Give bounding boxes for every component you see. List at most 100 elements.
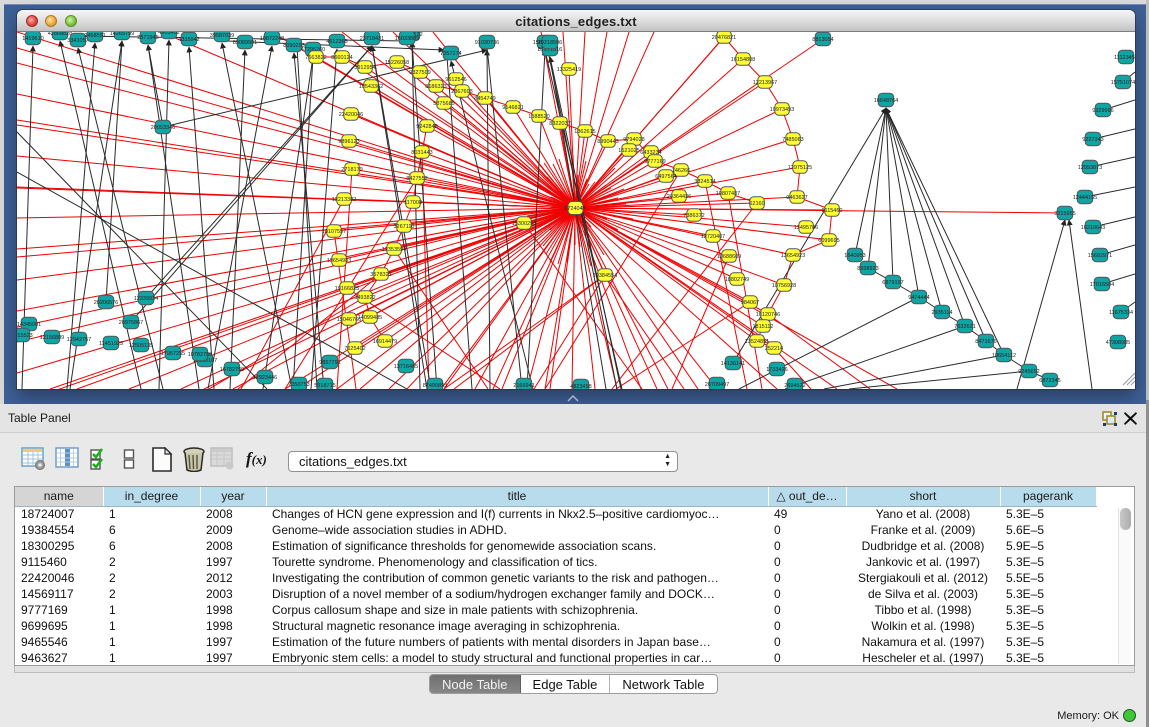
svg-text:10107557: 10107557 — [322, 229, 346, 235]
svg-text:9612546: 9612546 — [445, 77, 466, 83]
svg-text:11451923: 11451923 — [99, 341, 123, 347]
svg-text:7632621: 7632621 — [954, 324, 975, 330]
svg-text:39587039: 39587039 — [210, 33, 234, 39]
svg-text:62160: 62160 — [749, 201, 764, 207]
svg-text:19654983: 19654983 — [327, 258, 351, 264]
svg-text:14099485: 14099485 — [358, 315, 382, 321]
svg-text:9146821: 9146821 — [502, 105, 523, 111]
svg-text:20476821: 20476821 — [712, 35, 736, 41]
svg-text:7350753: 7350753 — [288, 382, 309, 388]
svg-text:14265799: 14265799 — [110, 32, 134, 37]
svg-text:10654112: 10654112 — [992, 353, 1016, 359]
svg-text:7485063: 7485063 — [782, 137, 803, 143]
svg-text:9327509: 9327509 — [409, 70, 430, 76]
svg-text:8427552: 8427552 — [406, 176, 427, 182]
svg-text:7663822: 7663822 — [305, 55, 326, 61]
svg-text:6872345: 6872345 — [1039, 378, 1060, 384]
svg-text:12923446: 12923446 — [253, 375, 277, 381]
svg-text:3578321: 3578321 — [370, 272, 391, 278]
svg-text:12353594: 12353594 — [382, 247, 406, 253]
svg-text:10688609: 10688609 — [717, 254, 741, 260]
svg-text:12156809: 12156809 — [40, 335, 64, 341]
svg-text:2367608: 2367608 — [451, 89, 472, 95]
svg-text:9777169: 9777169 — [644, 159, 665, 165]
svg-text:12213382: 12213382 — [332, 197, 356, 203]
svg-text:1724045: 1724045 — [564, 206, 585, 212]
svg-text:9463627: 9463627 — [786, 195, 807, 201]
svg-text:10973493: 10973493 — [770, 107, 794, 113]
svg-text:9794028: 9794028 — [623, 137, 644, 143]
svg-text:3915523: 3915523 — [17, 333, 33, 339]
svg-text:12975125: 12975125 — [788, 165, 812, 171]
svg-text:14345001: 14345001 — [17, 322, 41, 328]
svg-text:10782759: 10782759 — [188, 352, 212, 358]
svg-text:2694522: 2694522 — [784, 383, 805, 389]
svg-text:13495766: 13495766 — [794, 225, 818, 231]
svg-text:2166941: 2166941 — [513, 383, 534, 389]
svg-text:6497564: 6497564 — [655, 174, 676, 180]
svg-text:7357274: 7357274 — [440, 51, 461, 57]
svg-text:19384554: 19384554 — [593, 273, 617, 279]
svg-text:8031443: 8031443 — [411, 150, 432, 156]
svg-text:1362615: 1362615 — [574, 129, 595, 135]
svg-text:20364436: 20364436 — [667, 194, 691, 200]
svg-text:4335942: 4335942 — [178, 37, 199, 43]
svg-text:8471676: 8471676 — [975, 339, 996, 345]
svg-text:7386372: 7386372 — [683, 213, 704, 219]
svg-text:10543362: 10543362 — [359, 84, 383, 90]
svg-text:13716485: 13716485 — [394, 364, 418, 370]
svg-text:19218506: 19218506 — [538, 40, 562, 46]
svg-text:12720407: 12720407 — [701, 234, 725, 240]
svg-text:89089901: 89089901 — [233, 40, 257, 46]
svg-text:13524851: 13524851 — [745, 339, 769, 345]
svg-text:7625402: 7625402 — [344, 346, 365, 352]
svg-text:8938923: 8938923 — [857, 266, 878, 272]
svg-text:1733426: 1733426 — [766, 367, 787, 373]
svg-text:16210643: 16210643 — [1081, 225, 1105, 231]
svg-text:2935114: 2935114 — [931, 310, 952, 316]
svg-text:2571945: 2571945 — [137, 35, 158, 41]
svg-text:15751074: 15751074 — [1111, 80, 1135, 86]
svg-text:1621025: 1621025 — [618, 148, 639, 154]
svg-text:8813054: 8813054 — [812, 37, 833, 43]
svg-text:20053346: 20053346 — [151, 125, 175, 131]
svg-text:117008: 117008 — [404, 200, 422, 206]
svg-text:4823498: 4823498 — [570, 384, 591, 389]
svg-text:22420046: 22420046 — [339, 112, 363, 118]
svg-text:4612365: 4612365 — [326, 39, 347, 45]
svg-text:91030736: 91030736 — [475, 40, 499, 46]
svg-text:12093873: 12093873 — [1078, 165, 1102, 171]
svg-text:10872248: 10872248 — [260, 36, 284, 42]
svg-text:47308985: 47308985 — [1106, 340, 1130, 346]
svg-text:20975867: 20975867 — [119, 320, 143, 326]
svg-text:9245652: 9245652 — [1018, 369, 1039, 375]
svg-text:3493822: 3493822 — [354, 295, 375, 301]
svg-text:9242848: 9242848 — [416, 124, 437, 130]
svg-text:8454749: 8454749 — [474, 96, 495, 102]
svg-text:9896123: 9896123 — [338, 139, 359, 145]
svg-text:6879197: 6879197 — [882, 280, 903, 286]
svg-text:20206576: 20206576 — [94, 300, 118, 306]
svg-text:17016504: 17016504 — [1090, 282, 1114, 288]
svg-text:42868828: 42868828 — [48, 32, 72, 37]
svg-text:15226058: 15226058 — [385, 60, 409, 66]
svg-text:16033809: 16033809 — [395, 36, 419, 42]
svg-text:16648764: 16648764 — [874, 98, 898, 104]
svg-text:12444155: 12444155 — [1073, 195, 1097, 201]
svg-text:16120746: 16120746 — [756, 312, 780, 318]
svg-text:16914479: 16914479 — [373, 339, 397, 345]
svg-text:9115460: 9115460 — [821, 208, 842, 214]
svg-text:10807487: 10807487 — [716, 191, 740, 197]
svg-text:3215955: 3215955 — [1054, 211, 1075, 217]
svg-text:8990443: 8990443 — [597, 139, 618, 145]
svg-text:3267110: 3267110 — [393, 224, 414, 230]
svg-text:6099695: 6099695 — [818, 238, 839, 244]
svg-text:984067: 984067 — [741, 300, 759, 306]
svg-text:4903402: 4903402 — [158, 32, 179, 36]
svg-text:15692971: 15692971 — [1088, 253, 1112, 259]
svg-text:10756928: 10756928 — [772, 283, 796, 289]
svg-text:16782759: 16782759 — [220, 367, 244, 373]
svg-text:20709497: 20709497 — [705, 382, 729, 388]
svg-text:5918715: 5918715 — [314, 383, 335, 389]
svg-text:2458591: 2458591 — [84, 33, 105, 39]
